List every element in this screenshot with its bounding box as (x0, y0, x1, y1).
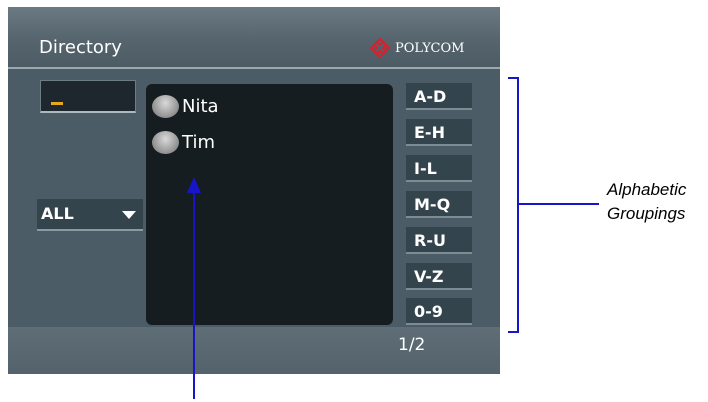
directory-screen: Directory POLYCOM ALL Nita Tim A-D E-H I… (8, 7, 500, 374)
group-button-0-9[interactable]: 0-9 (406, 298, 472, 325)
dial-input[interactable] (40, 80, 136, 113)
page-title: Directory (39, 37, 122, 58)
group-button-v-z[interactable]: V-Z (406, 263, 472, 290)
arrow-up-icon (187, 177, 201, 193)
contact-list-pointer-line (193, 192, 195, 399)
contact-item[interactable]: Nita (152, 92, 219, 120)
footer: 1/2 (8, 327, 500, 374)
annotation-label-line2: Groupings (607, 204, 686, 223)
contact-avatar-icon (152, 94, 179, 118)
chevron-down-icon (122, 211, 136, 219)
contact-list: Nita Tim (146, 84, 393, 325)
page-indicator: 1/2 (398, 335, 426, 355)
group-button-r-u[interactable]: R-U (406, 227, 472, 254)
polycom-logo-icon (369, 37, 391, 59)
header: Directory POLYCOM (8, 7, 500, 67)
contact-name: Tim (182, 131, 215, 153)
filter-dropdown[interactable]: ALL (37, 199, 143, 231)
contact-name: Nita (182, 95, 219, 117)
group-button-i-l[interactable]: I-L (406, 155, 472, 182)
groupings-pointer-line (519, 203, 599, 205)
polycom-logo: POLYCOM (368, 37, 464, 59)
text-cursor (51, 102, 63, 105)
contact-item[interactable]: Tim (152, 128, 215, 156)
main-area: ALL Nita Tim A-D E-H I-L M-Q R-U V-Z 0-9 (8, 69, 500, 327)
annotation-label-line1: Alphabetic (607, 180, 687, 199)
group-button-e-h[interactable]: E-H (406, 119, 472, 146)
group-button-a-d[interactable]: A-D (406, 83, 472, 110)
brand-name: POLYCOM (395, 40, 465, 56)
contact-avatar-icon (152, 130, 179, 154)
groupings-bracket (508, 77, 519, 333)
filter-dropdown-value: ALL (41, 204, 74, 223)
group-button-m-q[interactable]: M-Q (406, 191, 472, 218)
